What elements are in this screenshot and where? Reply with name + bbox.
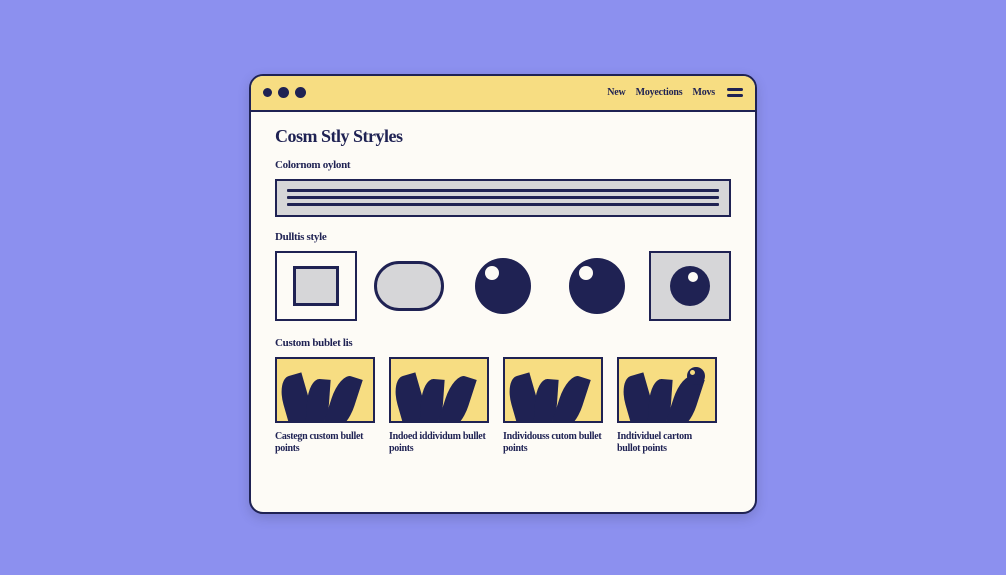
- page-title: Cosm Stly Stryles: [275, 126, 731, 147]
- list-item[interactable]: Indoed iddividum bullet points: [389, 357, 489, 455]
- list-item[interactable]: Individouss cutom bullet points: [503, 357, 603, 455]
- card-caption: Individouss cutom bullet points: [503, 431, 603, 455]
- hamburger-icon[interactable]: [727, 88, 743, 97]
- shape-option-ball-boxed[interactable]: [649, 251, 731, 321]
- nav-link-moyections[interactable]: Moyections: [636, 87, 683, 98]
- card-caption: Indtividuel cartom bullot points: [617, 431, 717, 455]
- ball-icon: [687, 367, 705, 385]
- ball-icon: [475, 258, 531, 314]
- card-caption: Indoed iddividum bullet points: [389, 431, 489, 455]
- square-icon: [293, 266, 339, 306]
- content-area: Cosm Stly Stryles Colornom oylont Dullti…: [251, 112, 755, 473]
- shape-option-ball[interactable]: [462, 251, 544, 321]
- ball-icon: [670, 266, 710, 306]
- leaf-thumbnail: [617, 357, 717, 423]
- card-caption: Castegn custom bullet points: [275, 431, 375, 455]
- shape-option-square[interactable]: [275, 251, 357, 321]
- nav-link-new[interactable]: New: [607, 87, 625, 98]
- list-item[interactable]: Indtividuel cartom bullot points: [617, 357, 717, 455]
- section-label-colornom: Colornom oylont: [275, 159, 731, 171]
- pill-icon: [374, 261, 444, 311]
- bar-line-icon: [287, 196, 719, 199]
- shapes-row: [275, 251, 731, 321]
- list-item[interactable]: Castegn custom bullet points: [275, 357, 375, 455]
- traffic-dot-icon[interactable]: [278, 87, 289, 98]
- bar-line-icon: [287, 189, 719, 192]
- leaf-thumbnail: [503, 357, 603, 423]
- shape-option-ball[interactable]: [556, 251, 638, 321]
- section-label-custom: Custom bublet lis: [275, 337, 731, 349]
- color-bar-widget[interactable]: [275, 179, 731, 217]
- titlebar: New Moyections Movs: [251, 76, 755, 112]
- nav-link-movs[interactable]: Movs: [692, 87, 715, 98]
- leaf-thumbnail: [275, 357, 375, 423]
- ball-icon: [569, 258, 625, 314]
- leaf-thumbnail: [389, 357, 489, 423]
- traffic-dot-icon[interactable]: [295, 87, 306, 98]
- bar-line-icon: [287, 203, 719, 206]
- header-nav: New Moyections Movs: [607, 87, 743, 98]
- window-controls[interactable]: [263, 87, 306, 98]
- app-window: New Moyections Movs Cosm Stly Stryles Co…: [249, 74, 757, 514]
- cards-row: Castegn custom bullet points Indoed iddi…: [275, 357, 731, 455]
- section-label-dullis: Dulltis style: [275, 231, 731, 243]
- traffic-dot-icon[interactable]: [263, 88, 272, 97]
- shape-option-pill[interactable]: [369, 251, 451, 321]
